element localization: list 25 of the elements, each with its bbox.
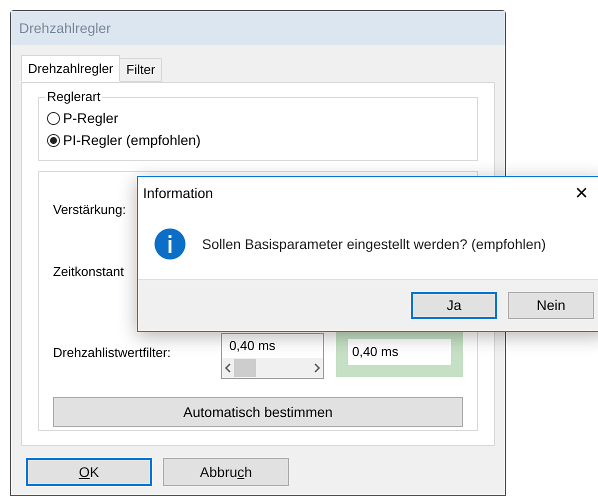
cancel-button[interactable]: Abbruch xyxy=(163,458,289,486)
window-title: Drehzahlregler xyxy=(19,18,111,38)
close-button[interactable]: × xyxy=(575,182,588,204)
radio-button[interactable] xyxy=(47,134,60,146)
scrollbar[interactable] xyxy=(222,358,324,378)
time-constant-label: Zeitkonstant xyxy=(53,262,124,280)
tab[interactable]: Drehzahlregler xyxy=(21,55,120,82)
yes-button[interactable]: Ja xyxy=(411,292,497,319)
filter-label: Drehzahlistwertfilter: xyxy=(53,344,172,362)
auto-determine-button[interactable]: Automatisch bestimmen xyxy=(53,397,463,427)
filter-field[interactable]: 0,40 ms xyxy=(221,333,324,379)
no-button[interactable]: Nein xyxy=(508,292,594,319)
radio-button[interactable] xyxy=(47,112,60,124)
dialog-title: Information xyxy=(143,184,214,202)
info-icon xyxy=(154,228,186,260)
message-text: Sollen Basisparameter eingestellt werden? (empfohlen) xyxy=(202,234,546,254)
group-title: Reglerart xyxy=(45,89,102,105)
radio-label: PI-Regler (empfohlen) xyxy=(63,131,201,150)
filter-value: 0,40 ms xyxy=(228,338,276,354)
gain-label: Verstärkung: xyxy=(53,201,126,219)
result-field: 0,40 ms xyxy=(348,339,451,365)
tab[interactable]: Filter xyxy=(120,58,162,82)
ok-button[interactable]: OK xyxy=(26,458,152,486)
radio-label: P-Regler xyxy=(63,109,118,128)
scrollbar-thumb[interactable] xyxy=(234,359,256,377)
